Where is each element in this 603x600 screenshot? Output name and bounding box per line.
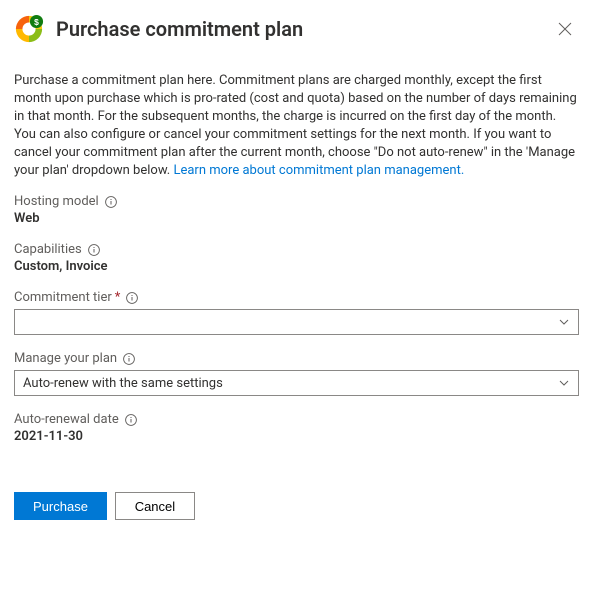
hosting-model-value: Web — [14, 211, 579, 226]
description-text: Purchase a commitment plan here. Commitm… — [14, 72, 579, 180]
chevron-down-icon — [558, 377, 570, 389]
info-icon[interactable] — [126, 292, 138, 304]
close-button[interactable] — [551, 15, 579, 43]
auto-renewal-date-field: Auto-renewal date 2021-11-30 — [14, 412, 579, 444]
manage-plan-selected: Auto-renew with the same settings — [23, 376, 223, 391]
panel-title: Purchase commitment plan — [56, 17, 551, 41]
panel-header: $ Purchase commitment plan — [14, 14, 579, 44]
purchase-commitment-panel: $ Purchase commitment plan Purchase a co… — [0, 0, 603, 540]
field-label-row: Commitment tier * — [14, 290, 579, 305]
close-icon — [558, 22, 572, 36]
cancel-button[interactable]: Cancel — [115, 492, 195, 520]
hosting-model-field: Hosting model Web — [14, 194, 579, 226]
info-icon[interactable] — [125, 414, 137, 426]
auto-renewal-date-value: 2021-11-30 — [14, 429, 579, 444]
learn-more-link[interactable]: Learn more about commitment plan managem… — [173, 163, 464, 178]
auto-renewal-date-label: Auto-renewal date — [14, 412, 119, 427]
capabilities-field: Capabilities Custom, Invoice — [14, 242, 579, 274]
footer: Purchase Cancel — [14, 492, 579, 520]
capabilities-value: Custom, Invoice — [14, 259, 579, 274]
field-label-row: Auto-renewal date — [14, 412, 579, 427]
svg-text:$: $ — [34, 17, 39, 27]
purchase-button[interactable]: Purchase — [14, 492, 107, 520]
manage-plan-field: Manage your plan Auto-renew with the sam… — [14, 351, 579, 396]
info-icon[interactable] — [105, 196, 117, 208]
manage-plan-label: Manage your plan — [14, 351, 117, 366]
field-label-row: Hosting model — [14, 194, 579, 209]
manage-plan-select[interactable]: Auto-renew with the same settings — [14, 370, 579, 396]
info-icon[interactable] — [123, 353, 135, 365]
required-marker: * — [115, 290, 121, 305]
field-label-row: Manage your plan — [14, 351, 579, 366]
capabilities-label: Capabilities — [14, 242, 82, 257]
field-label-row: Capabilities — [14, 242, 579, 257]
info-icon[interactable] — [88, 244, 100, 256]
hosting-model-label: Hosting model — [14, 194, 99, 209]
commitment-tier-field: Commitment tier * — [14, 290, 579, 335]
commitment-tier-label: Commitment tier — [14, 290, 112, 305]
chevron-down-icon — [558, 316, 570, 328]
commitment-tier-select[interactable] — [14, 309, 579, 335]
product-icon: $ — [14, 14, 44, 44]
